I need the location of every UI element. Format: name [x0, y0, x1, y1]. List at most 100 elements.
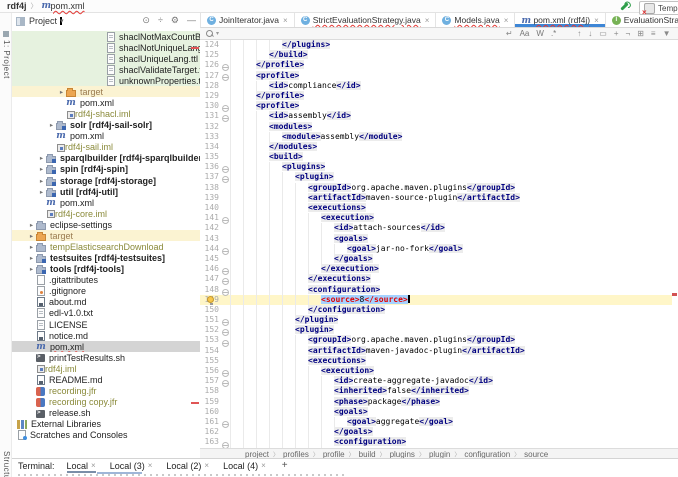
chevron-right-icon[interactable]: ▸ — [57, 88, 66, 96]
code-line-130[interactable]: <profile> — [230, 101, 670, 111]
chevron-down-icon[interactable]: ▾ — [60, 17, 62, 25]
close-icon[interactable]: × — [91, 461, 96, 470]
code-area[interactable]: </plugins></build></profile><profile><id… — [230, 40, 670, 448]
code-line-142[interactable]: <id>attach-sources</id> — [230, 223, 670, 233]
tree-item-about-md[interactable]: about.md — [12, 297, 200, 308]
code-line-147[interactable]: </executions> — [230, 274, 670, 284]
tree-item-shacluniquelang-ttl[interactable]: shaclUniqueLang.ttl — [12, 53, 200, 64]
code-line-161[interactable]: <goal>aggregate</goal> — [230, 417, 670, 427]
tree-item-license[interactable]: LICENSE — [12, 319, 200, 330]
tree-item-printtestresults-sh[interactable]: printTestResults.sh — [12, 352, 200, 363]
tree-item-testsuites-rdf4j-testsuites[interactable]: ▸testsuites [rdf4j-testsuites] — [12, 253, 200, 264]
close-icon[interactable]: × — [261, 461, 266, 470]
code-line-128[interactable]: <id>compliance</id> — [230, 81, 670, 91]
fold-marker-icon[interactable] — [222, 248, 229, 255]
chevron-right-icon[interactable]: ▸ — [27, 221, 36, 229]
filter-lines-icon[interactable]: ≡ — [651, 29, 656, 38]
tree-item-pom-xml[interactable]: mpom.xml — [12, 131, 200, 142]
code-line-146[interactable]: </execution> — [230, 264, 670, 274]
tree-item-storage-rdf4j-storage[interactable]: ▸storage [rdf4j-storage] — [12, 175, 200, 186]
exclude-occurrence-icon[interactable]: ¬ — [626, 29, 631, 38]
chevron-right-icon[interactable]: ▸ — [27, 265, 36, 273]
fold-marker-icon[interactable] — [222, 268, 229, 275]
selection-box-icon[interactable]: ▭ — [599, 29, 607, 38]
fold-marker-icon[interactable] — [222, 370, 229, 377]
tree-item-pom-xml[interactable]: mpom.xml — [12, 97, 200, 108]
collapse-all-icon[interactable]: ÷ — [158, 15, 163, 25]
code-line-139[interactable]: <artifactId>maven-source-plugin</artifac… — [230, 193, 670, 203]
code-line-127[interactable]: <profile> — [230, 71, 670, 81]
project-panel-title[interactable]: Project — [29, 16, 57, 26]
tree-item-shaclnotmaxcountbenchmark-ttl[interactable]: shaclNotMaxCountBenchmark.ttl — [12, 31, 200, 42]
newline-icon[interactable]: ↵ — [506, 29, 513, 38]
tree-item-rdf4j-sail-iml[interactable]: rdf4j-sail.iml — [12, 142, 200, 153]
close-icon[interactable]: × — [504, 16, 509, 25]
breadcrumb-item-rdf4j[interactable]: rdf4j — [7, 1, 27, 11]
code-line-156[interactable]: <execution> — [230, 366, 670, 376]
code-line-124[interactable]: </plugins> — [230, 40, 670, 50]
funnel-icon[interactable]: ▼ — [663, 29, 671, 38]
settings-icon[interactable]: ⚙ — [171, 15, 179, 25]
tree-item-target[interactable]: ▸target — [12, 230, 200, 241]
project-stripe-button[interactable]: 1: Project — [0, 29, 11, 79]
tree-item-shaclvalidatetarget-ttl[interactable]: shaclValidateTarget.ttl — [12, 64, 200, 75]
fold-marker-icon[interactable] — [222, 64, 229, 71]
close-icon[interactable]: × — [204, 461, 209, 470]
code-line-152[interactable]: <plugin> — [230, 325, 670, 335]
chevron-right-icon[interactable]: ▸ — [37, 154, 46, 162]
fold-marker-icon[interactable] — [222, 278, 229, 285]
code-line-162[interactable]: </goals> — [230, 427, 670, 437]
match-case-toggle[interactable]: Aa — [520, 29, 530, 38]
terminal-tab-local[interactable]: Local× — [67, 459, 96, 473]
terminal-tab-local-2[interactable]: Local (2)× — [166, 459, 209, 473]
code-line-154[interactable]: <artifactId>maven-javadoc-plugin</artifa… — [230, 346, 670, 356]
error-stripe-mark[interactable] — [672, 293, 677, 296]
tree-item-rdf4j-shacl-iml[interactable]: rdf4j-shacl.iml — [12, 109, 200, 120]
chevron-right-icon[interactable]: ▸ — [37, 177, 46, 185]
chevron-right-icon[interactable]: ▸ — [37, 188, 46, 196]
tree-item-edl-v1-0-txt[interactable]: edl-v1.0.txt — [12, 308, 200, 319]
tree-item-rdf4j-iml[interactable]: rdf4j.iml — [12, 363, 200, 374]
tree-item-tools-rdf4j-tools[interactable]: ▸tools [rdf4j-tools] — [12, 264, 200, 275]
code-line-126[interactable]: </profile> — [230, 60, 670, 70]
line-number-gutter[interactable]: 1241251261271281291301311321331341351361… — [200, 40, 219, 448]
tree-item-unknownproperties-ttl[interactable]: unknownProperties.ttl — [12, 75, 200, 86]
chevron-right-icon[interactable]: ▸ — [27, 254, 36, 262]
tree-item-recording-jfr[interactable]: recording.jfr — [12, 386, 200, 397]
code-line-140[interactable]: <executions> — [230, 203, 670, 213]
tab-joiniterator-java[interactable]: CJoinIterator.java× — [201, 13, 295, 27]
tree-item-shaclnotuniquelang-ttl[interactable]: shaclNotUniqueLang.ttl — [12, 42, 200, 53]
tree-item-readme-md[interactable]: README.md — [12, 374, 200, 385]
add-occurrence-icon[interactable]: + — [614, 29, 619, 38]
fold-marker-icon[interactable] — [222, 421, 229, 428]
find-next-icon[interactable]: ↓ — [588, 29, 592, 38]
code-line-138[interactable]: <groupId>org.apache.maven.plugins</group… — [230, 183, 670, 193]
tree-item-eclipse-settings[interactable]: ▸eclipse-settings — [12, 219, 200, 230]
code-line-141[interactable]: <execution> — [230, 213, 670, 223]
close-icon[interactable]: × — [594, 16, 599, 25]
fold-marker-icon[interactable] — [222, 217, 229, 224]
tree-item-recording-copy-jfr[interactable]: recording copy.jfr — [12, 397, 200, 408]
code-line-157[interactable]: <id>create-aggregate-javadoc</id> — [230, 376, 670, 386]
breadcrumb-item-pom-xml[interactable]: pom.xml — [51, 1, 85, 11]
code-line-148[interactable]: <configuration> — [230, 285, 670, 295]
tree-item-scratches-and-consoles[interactable]: Scratches and Consoles — [12, 430, 200, 441]
code-line-137[interactable]: <plugin> — [230, 172, 670, 182]
tree-item-gitignore[interactable]: .gitignore — [12, 286, 200, 297]
fold-marker-icon[interactable] — [222, 176, 229, 183]
fold-marker-icon[interactable] — [222, 74, 229, 81]
search-history-chevron-icon[interactable]: ▾ — [216, 30, 219, 37]
code-line-149[interactable]: <source>8</source> — [230, 295, 670, 305]
fold-marker-icon[interactable] — [222, 105, 229, 112]
tree-item-gitattributes[interactable]: .gitattributes — [12, 275, 200, 286]
code-line-159[interactable]: <phase>package</phase> — [230, 397, 670, 407]
code-line-158[interactable]: <inherited>false</inherited> — [230, 386, 670, 396]
tree-item-util-rdf4j-util[interactable]: ▸util [rdf4j-util] — [12, 186, 200, 197]
regex-toggle[interactable]: .* — [551, 29, 556, 38]
tree-item-target[interactable]: ▸target — [12, 86, 200, 97]
code-line-131[interactable]: <id>assembly</id> — [230, 111, 670, 121]
close-icon[interactable]: × — [425, 16, 430, 25]
fold-marker-icon[interactable] — [222, 166, 229, 173]
code-line-136[interactable]: <plugins> — [230, 162, 670, 172]
search-icon[interactable] — [206, 30, 214, 38]
